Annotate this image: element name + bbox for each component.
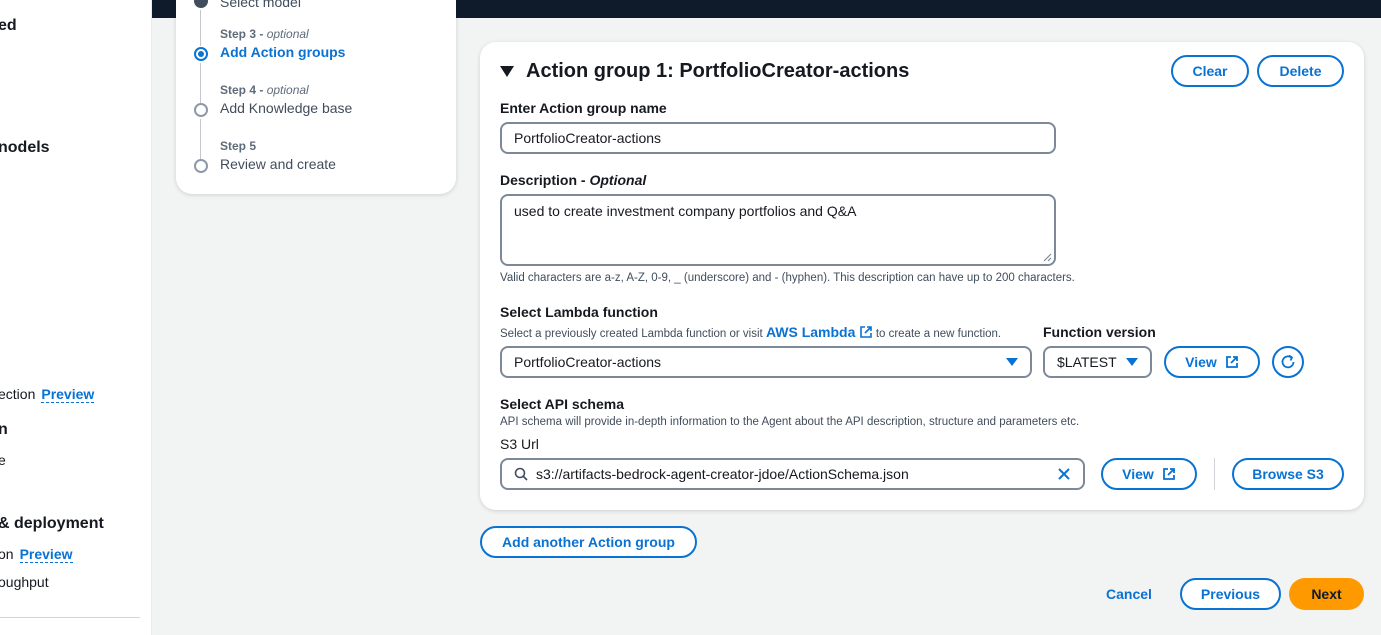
s3-url-value: s3://artifacts-bedrock-agent-creator-jdo…: [536, 466, 909, 482]
step-connector: [200, 63, 201, 103]
dropdown-caret-icon: [1006, 358, 1018, 366]
view-lambda-button[interactable]: View: [1164, 346, 1260, 378]
description-hint: Valid characters are a-z, A-Z, 0-9, _ (u…: [500, 272, 1075, 284]
step-active-icon: [194, 47, 208, 61]
lambda-function-value: PortfolioCreator-actions: [514, 354, 662, 370]
action-group-name-input[interactable]: PortfolioCreator-actions: [500, 122, 1056, 154]
nav-section-models[interactable]: nodels: [0, 139, 50, 157]
description-label-text: Description -: [500, 172, 590, 188]
description-textarea[interactable]: used to create investment company portfo…: [500, 194, 1056, 266]
step-pending-icon: [194, 103, 208, 117]
lambda-function-select[interactable]: PortfolioCreator-actions: [500, 346, 1032, 378]
view-label: View: [1122, 466, 1154, 482]
step-5[interactable]: Step 5 Review and create: [220, 139, 336, 172]
s3-url-input[interactable]: s3://artifacts-bedrock-agent-creator-jdo…: [500, 458, 1085, 490]
action-group-title: Action group 1: PortfolioCreator-actions: [526, 60, 910, 82]
side-navigation: ed nodels ection Preview n e & deployment…: [0, 0, 152, 635]
external-link-icon[interactable]: [859, 325, 873, 339]
step-title[interactable]: Review and create: [220, 156, 336, 172]
s3-url-label: S3 Url: [500, 436, 539, 452]
step-title[interactable]: Add Action groups: [220, 44, 345, 60]
nav-item[interactable]: e: [0, 452, 6, 468]
nav-section-deployment[interactable]: & deployment: [0, 515, 104, 533]
step-optional: optional: [266, 83, 309, 97]
lambda-hint-pre: Select a previously created Lambda funct…: [500, 328, 763, 340]
step-pending-icon: [194, 159, 208, 173]
divider: [1214, 458, 1215, 490]
action-group-header[interactable]: Action group 1: PortfolioCreator-actions: [500, 60, 909, 83]
cancel-button[interactable]: Cancel: [1106, 586, 1152, 602]
nav-item-preview[interactable]: ection Preview: [0, 386, 95, 403]
refresh-button[interactable]: [1272, 346, 1304, 378]
browse-s3-button[interactable]: Browse S3: [1232, 458, 1344, 490]
clear-input-icon[interactable]: [1057, 467, 1071, 481]
aws-lambda-link[interactable]: AWS Lambda: [766, 324, 855, 340]
step-optional: optional: [266, 27, 309, 41]
lambda-hint: Select a previously created Lambda funct…: [500, 324, 1001, 340]
nav-section[interactable]: n: [0, 421, 8, 439]
external-link-icon: [1162, 468, 1175, 480]
nav-item-label[interactable]: on: [0, 546, 14, 562]
description-value: used to create investment company portfo…: [514, 203, 857, 219]
refresh-icon: [1281, 354, 1295, 369]
function-version-value: $LATEST: [1057, 354, 1117, 370]
step-title[interactable]: Add Knowledge base: [220, 100, 352, 116]
step-connector: [200, 10, 201, 46]
clear-button[interactable]: Clear: [1171, 55, 1249, 87]
view-label: View: [1185, 354, 1217, 370]
dropdown-caret-icon: [1126, 358, 1138, 366]
step-4[interactable]: Step 4 - optional Add Knowledge base: [220, 83, 352, 116]
step-label: Step 3: [220, 27, 257, 41]
version-label: Function version: [1043, 324, 1156, 340]
caret-down-icon[interactable]: [500, 66, 514, 77]
description-optional: Optional: [589, 172, 647, 188]
step-title-partial[interactable]: Select model: [220, 0, 301, 10]
previous-button[interactable]: Previous: [1180, 578, 1281, 610]
lambda-label: Select Lambda function: [500, 304, 658, 320]
step-complete-icon: [194, 0, 208, 8]
add-another-action-group-button[interactable]: Add another Action group: [480, 526, 697, 558]
lambda-hint-post: to create a new function.: [875, 328, 1002, 340]
step-3[interactable]: Step 3 - optional Add Action groups: [220, 27, 345, 60]
schema-hint: API schema will provide in-depth informa…: [500, 416, 1080, 428]
nav-item-label[interactable]: ection: [0, 386, 35, 402]
schema-label: Select API schema: [500, 396, 624, 412]
name-label: Enter Action group name: [500, 100, 667, 116]
step-label: Step 5: [220, 139, 257, 153]
nav-item-throughput[interactable]: oughput: [0, 574, 49, 590]
step-connector: [200, 119, 201, 159]
action-group-card: Action group 1: PortfolioCreator-actions…: [480, 42, 1364, 510]
preview-badge[interactable]: Preview: [41, 386, 95, 403]
step-label: Step 4: [220, 83, 257, 97]
function-version-select[interactable]: $LATEST: [1043, 346, 1152, 378]
external-link-icon: [1225, 356, 1238, 368]
resize-handle-icon[interactable]: [1042, 252, 1052, 262]
description-label: Description - Optional: [500, 172, 646, 188]
nav-item-preview[interactable]: on Preview: [0, 546, 73, 563]
delete-button[interactable]: Delete: [1257, 55, 1344, 87]
search-icon: [514, 467, 528, 481]
next-button[interactable]: Next: [1289, 578, 1364, 610]
nav-divider: [0, 617, 140, 618]
nav-item[interactable]: ed: [0, 17, 17, 35]
view-s3-button[interactable]: View: [1101, 458, 1197, 490]
preview-badge[interactable]: Preview: [19, 546, 73, 563]
wizard-steps: Select model Step 3 - optional Add Actio…: [176, 0, 456, 194]
